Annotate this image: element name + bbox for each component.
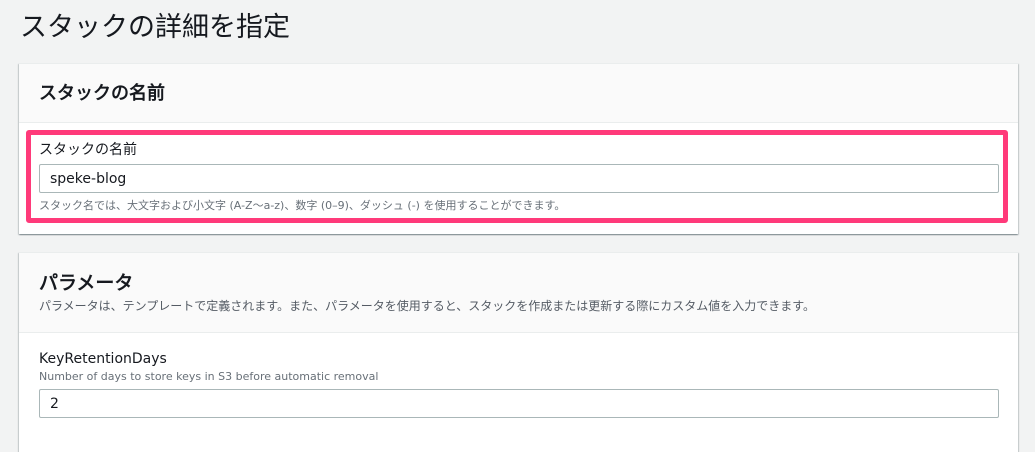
param-key-retention-days-label: KeyRetentionDays <box>39 351 167 367</box>
stack-name-panel-header: スタックの名前 <box>19 64 1018 123</box>
stack-name-hint: スタック名では、大文字および小文字 (A-Z〜a-z)、数字 (0–9)、ダッシ… <box>39 199 566 212</box>
stack-name-label: スタックの名前 <box>39 142 137 158</box>
stack-name-section-title: スタックの名前 <box>39 83 165 104</box>
stack-name-input[interactable] <box>39 164 999 193</box>
parameters-panel: パラメータ パラメータは、テンプレートで定義されます。また、パラメータを使用する… <box>19 252 1018 452</box>
parameters-section-title: パラメータ <box>39 272 134 294</box>
param-key-retention-days-description: Number of days to store keys in S3 befor… <box>39 370 379 383</box>
page-title: スタックの詳細を指定 <box>20 12 290 43</box>
parameters-panel-header: パラメータ パラメータは、テンプレートで定義されます。また、パラメータを使用する… <box>19 253 1018 333</box>
param-key-retention-days-input[interactable] <box>39 389 999 418</box>
parameters-section-description: パラメータは、テンプレートで定義されます。また、パラメータを使用すると、スタック… <box>39 299 816 313</box>
stack-name-panel: スタックの名前 スタックの名前 スタック名では、大文字および小文字 (A-Z〜a… <box>19 63 1018 234</box>
